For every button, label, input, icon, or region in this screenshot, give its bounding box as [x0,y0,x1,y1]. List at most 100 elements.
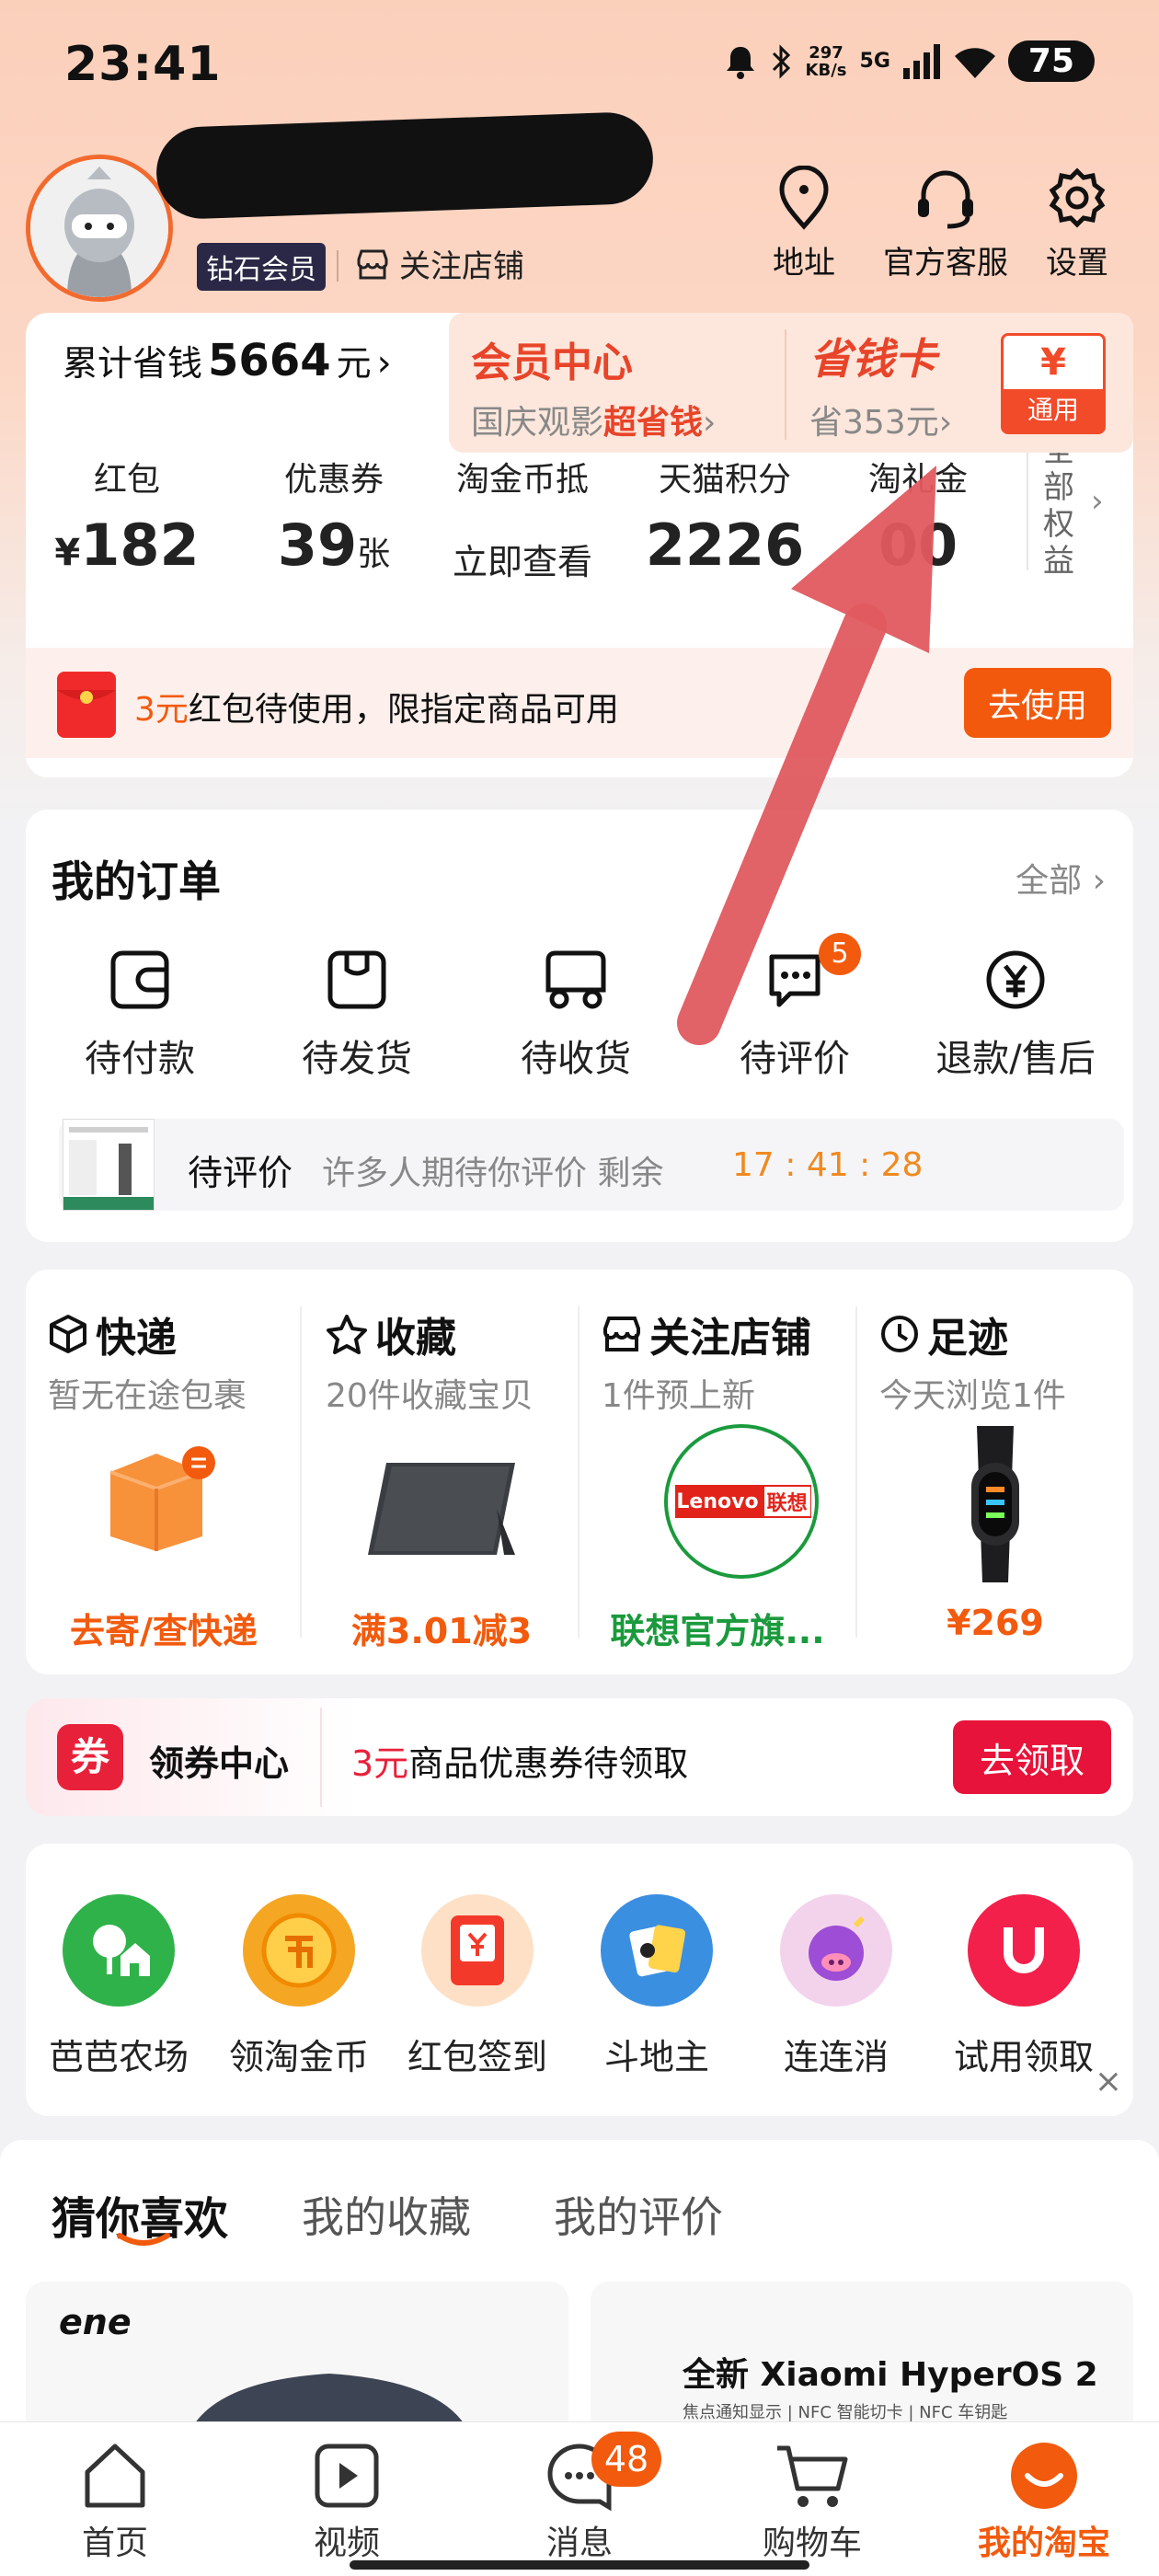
order-pending-review[interactable]: 待评价 5 [694,933,896,1082]
yuan-circle-icon [986,950,1045,1009]
benefit-value: 2226 [645,512,805,579]
net-speed: 297 KB/s [805,42,847,80]
order-refund[interactable]: 退款/售后 [905,948,1126,1082]
benefit-taolijin[interactable]: 淘礼金 00 [835,453,1001,579]
all-benefits-link[interactable]: 全部权益 [1043,432,1080,580]
tab-label: 消息 [545,2524,613,2562]
pig-mascot-icon [780,1894,892,2007]
network-type: 5G [859,50,890,73]
save-card-title[interactable]: 省钱卡 [809,326,936,386]
tab-cart[interactable]: 购物车 [734,2439,890,2564]
followed-stores-subtitle: 1件预上新 [602,1377,755,1415]
orders-card: 我的订单 全部 › 待付款 待发货 待收货 待评价 5 退款/售后 待评价 许多… [26,810,1133,1242]
order-pending-receipt[interactable]: 待收货 [475,948,677,1082]
member-center-panel: 会员中心 国庆观影超省钱› 省钱卡 省353元› ¥ 通用 [449,313,1133,453]
order-pending-shipment[interactable]: 待发货 [256,948,458,1082]
coupon-center-title: 领券中心 [149,1743,290,1784]
benefit-value: 39张 [277,512,391,579]
favorites-section[interactable]: 收藏 20件收藏宝贝 满3.01减3 [304,1270,580,1674]
game-taojinbi[interactable]: 领淘金币 [221,1894,377,2079]
tablet-product-image [368,1463,515,1555]
game-lianlianxiao[interactable]: 连连消 [758,1894,914,2079]
alarm-bell-icon [726,46,754,79]
save-card-subtitle[interactable]: 省353元› [809,396,952,443]
feed-section: 猜你喜欢 我的收藏 我的评价 ene 全新 Xiaomi HyperOS 2 焦… [0,2140,1159,2438]
close-icon[interactable]: × [1095,2063,1122,2100]
customer-service-label: 官方客服 [883,245,1008,282]
avatar[interactable] [26,155,173,302]
customer-service-button[interactable]: 官方客服 [883,166,1008,282]
member-center-title[interactable]: 会员中心 [471,329,633,388]
game-baba-farm[interactable]: 芭芭农场 [40,1894,197,2079]
review-banner-title: 待评价 [188,1153,293,1193]
review-count-badge: 5 [819,933,861,975]
settings-label: 设置 [1046,245,1108,282]
use-redpacket-button[interactable]: 去使用 [964,668,1111,738]
savings-summary[interactable]: 累计省钱 5664 元 › [63,335,392,386]
express-section[interactable]: 快递 暂无在途包裹 去寄/查快递 [26,1270,302,1674]
order-pending-payment[interactable]: 待付款 [39,948,241,1082]
benefit-tmall-points[interactable]: 天猫积分 2226 [633,453,817,579]
footprint-section[interactable]: 足迹 今天浏览1件 ¥269 [857,1270,1133,1674]
followed-stores-title: 关注店铺 [602,1305,811,1363]
order-label: 待付款 [85,1038,195,1080]
footprint-price: ¥269 [947,1603,1044,1643]
save-card-badge[interactable]: ¥ 通用 [1001,333,1106,434]
game-trial[interactable]: 试用领取 [946,1894,1102,2079]
address-button[interactable]: 地址 [773,166,835,282]
feed-card-right[interactable]: 全新 Xiaomi HyperOS 2 焦点通知显示 | NFC 智能切卡 | … [591,2282,1133,2438]
red-envelope-icon [57,672,116,738]
benefit-coupon[interactable]: 优惠券 39张 [242,453,426,579]
feed-card-left[interactable]: ene [26,2282,568,2438]
order-label: 退款/售后 [935,1038,1096,1080]
member-center-subtitle[interactable]: 国庆观影超省钱› [471,396,716,443]
tab-guess-you-like[interactable]: 猜你喜欢 [52,2182,228,2247]
games-card: 芭芭农场 领淘金币 红包签到 斗地主 连连消 试用领取 × [26,1844,1133,2116]
benefit-redpacket[interactable]: 红包 ¥182 [44,453,210,579]
bluetooth-icon [772,43,790,79]
game-label: 芭芭农场 [48,2037,189,2077]
game-label: 试用领取 [953,2037,1094,2077]
benefit-taojinbi[interactable]: 淘金币抵 立即查看 [430,453,614,584]
product-thumbnail [63,1119,155,1211]
tab-my-reviews[interactable]: 我的评价 [554,2184,723,2245]
favorites-subtitle: 20件收藏宝贝 [326,1377,534,1415]
claim-coupon-button[interactable]: 去领取 [953,1720,1111,1794]
red-envelope-icon [421,1894,534,2007]
home-indicator [350,2560,809,2570]
star-icon [327,1315,367,1354]
feed-right-features: 焦点通知显示 | NFC 智能切卡 | NFC 车钥匙 [683,2403,1008,2422]
tab-label: 首页 [81,2524,148,2562]
tab-label: 购物车 [762,2524,862,2562]
savings-unit: 元 [336,343,372,384]
divider [300,1306,302,1638]
game-redpacket-checkin[interactable]: 红包签到 [399,1894,556,2079]
review-countdown: 17 : 41 : 28 [732,1146,924,1184]
tab-video[interactable]: 视频 [269,2439,425,2564]
feed-right-title: 全新 Xiaomi HyperOS 2 [683,2356,1098,2394]
redpacket-notice: 3元红包待使用，限指定商品可用 去使用 [26,648,1133,758]
orders-all-link[interactable]: 全部 › [1016,854,1106,902]
clock-icon [881,1316,918,1352]
tab-my-favorites[interactable]: 我的收藏 [302,2184,471,2245]
benefit-value: 00 [878,512,958,579]
game-label: 斗地主 [603,2037,709,2077]
tab-home[interactable]: 首页 [37,2439,193,2564]
tab-my-taobao[interactable]: 我的淘宝 [966,2439,1122,2564]
benefit-value: 立即查看 [452,542,592,582]
followed-stores-section[interactable]: 关注店铺 1件预上新 Lenovo 联想 联想官方旗... [580,1270,855,1674]
battery-level: 75 [1007,40,1095,82]
divider [785,329,786,440]
tab-messages[interactable]: 消息 48 [501,2432,661,2564]
settings-button[interactable]: 设置 [1045,166,1109,282]
order-label: 待收货 [521,1038,631,1080]
benefit-label: 优惠券 [283,461,384,499]
coupon-center-text: 3元商品优惠券待领取 [351,1743,689,1784]
review-reminder-banner[interactable]: 待评价 许多人期待你评价 剩余 17 : 41 : 28 [59,1119,1124,1211]
footprint-subtitle: 今天浏览1件 [879,1377,1066,1415]
gear-icon [1049,167,1106,228]
follow-store-link[interactable]: 关注店铺 [355,241,524,286]
game-doudizhu[interactable]: 斗地主 [579,1894,735,2079]
coupon-center-banner[interactable]: 券 领券中心 3元商品优惠券待领取 去领取 [26,1698,1133,1816]
member-level-badge[interactable]: 钻石会员 [197,243,326,291]
